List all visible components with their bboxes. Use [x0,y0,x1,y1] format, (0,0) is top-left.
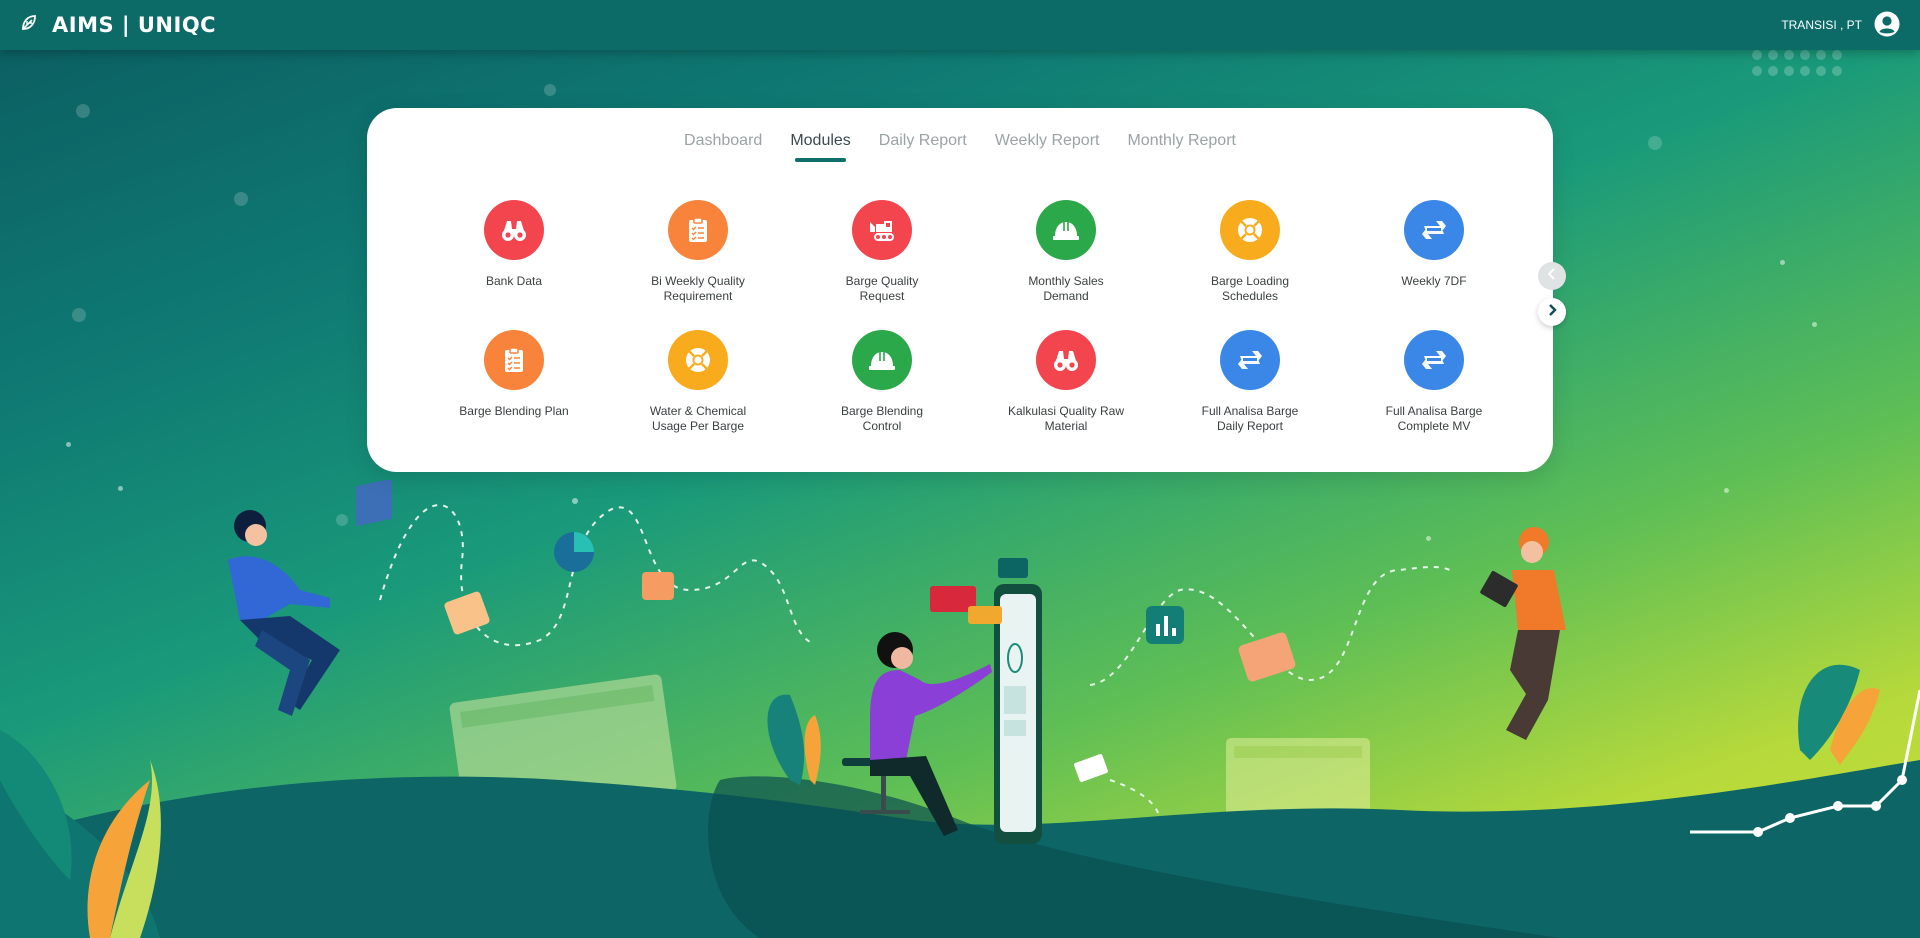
module-label: Barge Quality Request [845,274,919,303]
module-label: Bank Data [485,274,543,288]
exchange-icon [1404,330,1464,390]
module-label: Full Analisa Barge Daily Report [1201,404,1299,433]
module-label: Barge Loading Schedules [1210,274,1290,303]
leaf-logo-icon [20,14,38,37]
module-item[interactable]: Barge Blending Control [790,330,974,434]
module-item[interactable]: Full Analisa Barge Daily Report [1158,330,1342,434]
exchange-icon [1220,330,1280,390]
bg-dot [1812,322,1817,327]
module-item[interactable]: Barge Quality Request [790,200,974,304]
clipboard-icon [484,330,544,390]
tab-daily-report[interactable]: Daily Report [879,132,967,156]
bg-dot [66,442,71,447]
company-name: TRANSISI , PT [1781,18,1862,32]
helmet-icon [852,330,912,390]
top-bar: AIMS | UNIQC TRANSISI , PT [0,0,1920,50]
module-label: Monthly Sales Demand [1028,274,1104,303]
module-item[interactable]: Barge Loading Schedules [1158,200,1342,304]
carousel-prev-button[interactable] [1538,262,1566,290]
tab-weekly-report[interactable]: Weekly Report [995,132,1100,156]
chevron-right-icon [1545,303,1559,322]
user-menu[interactable]: TRANSISI , PT [1781,11,1900,40]
module-item[interactable]: Full Analisa Barge Complete MV [1342,330,1526,434]
bg-dot [234,192,248,206]
module-grid: Bank Data Bi Weekly Quality Requirement Ba… [422,200,1527,434]
module-item[interactable]: Kalkulasi Quality Raw Material [974,330,1158,434]
lifebuoy-icon [668,330,728,390]
bg-dot [544,84,556,96]
modules-card: Dashboard Modules Daily Report Weekly Re… [367,108,1553,472]
tab-monthly-report[interactable]: Monthly Report [1127,132,1236,156]
lifebuoy-icon [1220,200,1280,260]
binoculars-icon [484,200,544,260]
tab-dashboard[interactable]: Dashboard [684,132,762,156]
bg-dot [76,104,90,118]
binoculars-icon [1036,330,1096,390]
module-label: Kalkulasi Quality Raw Material [1007,404,1125,433]
module-item[interactable]: Monthly Sales Demand [974,200,1158,304]
landscape-illustration [0,480,1920,938]
module-label: Full Analisa Barge Complete MV [1385,404,1483,433]
bulldozer-icon [852,200,912,260]
bg-dot [1648,136,1662,150]
module-label: Barge Blending Plan [459,404,569,418]
module-item[interactable]: Barge Blending Plan [422,330,606,434]
module-label: Water & Chemical Usage Per Barge [649,404,747,433]
account-circle-icon[interactable] [1874,11,1900,40]
brand[interactable]: AIMS | UNIQC [20,13,216,37]
decor-dot-grid [1752,50,1842,76]
chevron-left-icon [1545,267,1559,286]
tab-modules[interactable]: Modules [790,132,851,162]
clipboard-icon [668,200,728,260]
carousel-next-button[interactable] [1538,298,1566,326]
tab-bar: Dashboard Modules Daily Report Weekly Re… [367,132,1553,162]
app-title: AIMS | UNIQC [52,13,217,37]
bg-dot [1780,260,1785,265]
helmet-icon [1036,200,1096,260]
module-item[interactable]: Bank Data [422,200,606,304]
module-item[interactable]: Weekly 7DF [1342,200,1526,304]
module-item[interactable]: Water & Chemical Usage Per Barge [606,330,790,434]
bg-dot [72,308,86,322]
module-item[interactable]: Bi Weekly Quality Requirement [606,200,790,304]
module-label: Weekly 7DF [1401,274,1467,288]
module-label: Bi Weekly Quality Requirement [651,274,745,303]
module-label: Barge Blending Control [840,404,924,433]
exchange-icon [1404,200,1464,260]
